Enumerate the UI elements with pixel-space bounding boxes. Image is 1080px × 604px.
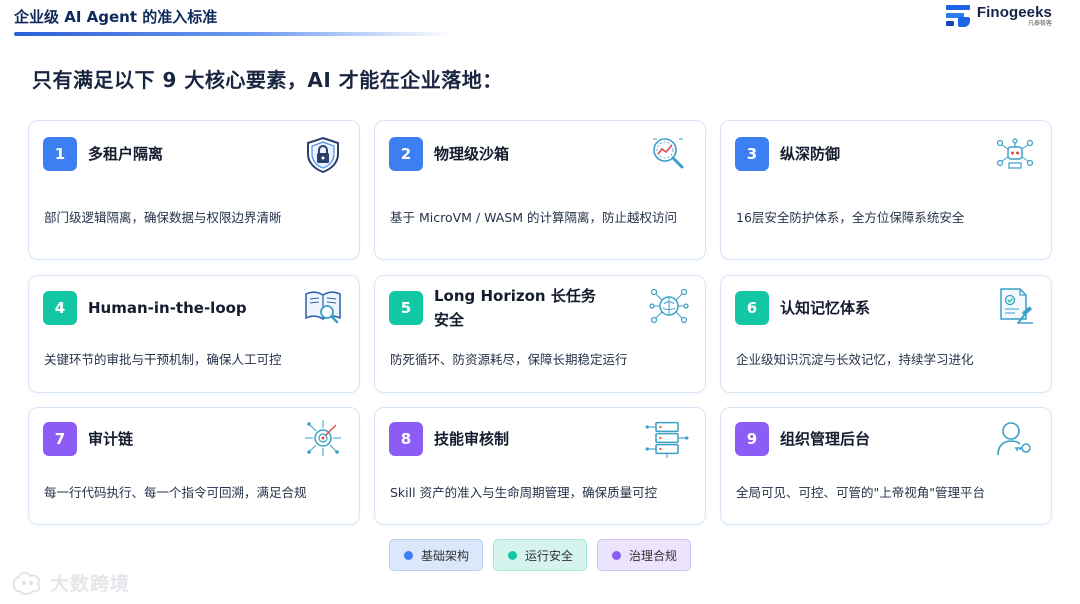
card-description: 关键环节的审批与干预机制，确保人工可控 [44,352,282,367]
finogeeks-logo-icon [945,5,972,27]
legend-label: 基础架构 [421,548,470,563]
card-number: 2 [389,137,423,171]
target-network-icon [305,420,341,456]
card-title: Human-in-the-loop [88,299,247,317]
page-header-title: 企业级 AI Agent 的准入标准 [14,8,218,26]
card-description: 16层安全防护体系，全方位保障系统安全 [736,210,965,225]
card-description: 每一行代码执行、每一个指令可回溯，满足合规 [44,485,307,500]
card-3: 3 纵深防御 16层安全防护体系，全方位保障系统安全 [720,120,1052,260]
header-underline [14,32,454,36]
card-description: 基于 MicroVM / WASM 的计算隔离，防止越权访问 [390,210,678,225]
card-number: 5 [389,291,423,325]
brand-name: Finogeeks [976,4,1052,21]
server-network-icon [645,421,689,458]
robot-network-icon [996,138,1034,169]
legend-item-governance: 治理合规 [597,539,691,571]
card-title: 技能审核制 [434,430,510,448]
legend-dot [612,550,621,560]
card-number: 9 [735,422,769,456]
brand-logo: Finogeeks 凡泰极客 [945,4,1052,28]
card-number: 7 [43,422,77,456]
card-8: 8 技能审核制 Skill 资产的准入与生命周期管理，确保质量可控 [374,407,706,525]
card-description: 全局可见、可控、可管的"上帝视角"管理平台 [736,485,985,500]
card-title-line-1: Long Horizon 长任务 [434,287,596,305]
legend-item-runtime-security: 运行安全 [493,539,587,571]
card-title-line-2: 安全 [434,311,465,329]
card-number: 1 [43,137,77,171]
card-1: 1 多租户隔离 部门级逻辑隔离，确保数据与权限边界清晰 [28,120,360,260]
brain-network-icon [649,288,689,324]
card-description: 企业级知识沉淀与长效记忆，持续学习进化 [736,352,974,367]
watermark-logo-icon [12,571,41,595]
card-title: 纵深防御 [780,145,841,163]
card-2: 2 物理级沙箱 基于 MicroVM / WASM 的计算隔离，防止越权访问 [374,120,706,260]
user-key-icon [997,422,1031,456]
card-number: 8 [389,422,423,456]
card-title: 审计链 [88,430,134,448]
card-title: 认知记忆体系 [780,299,871,317]
legend-label: 运行安全 [525,548,574,563]
card-7: 7 审计链 每一行代码执行、每一个指令可回溯，满足合规 [28,407,360,525]
card-title: 多租户隔离 [88,145,164,163]
legend-label: 治理合规 [629,548,678,563]
card-5: 5 Long Horizon 长任务 安全 防死循环、防资源耗尽，保障长期稳定运… [374,275,706,393]
page-subtitle: 只有满足以下 9 大核心要素，AI 才能在企业落地： [32,68,503,92]
legend-dot [508,550,517,560]
card-number: 4 [43,291,77,325]
magnifier-chart-icon [653,138,684,169]
book-magnifier-icon [305,291,341,324]
card-9: 9 组织管理后台 全局可见、可控、可管的"上帝视角"管理平台 [720,407,1052,525]
card-description: 防死循环、防资源耗尽，保障长期稳定运行 [390,352,628,367]
legend-dot [404,550,413,560]
card-title: 组织管理后台 [780,430,871,448]
card-description: Skill 资产的准入与生命周期管理，确保质量可控 [390,485,658,500]
card-title: 物理级沙箱 [434,145,510,163]
shield-lock-icon [307,136,339,174]
card-4: 4 Human-in-the-loop 关键环节的审批与干预机制，确保人工可控 [28,275,360,393]
document-gavel-icon [1000,288,1033,324]
card-6: 6 认知记忆体系 企业级知识沉淀与长效记忆，持续学习进化 [720,275,1052,393]
watermark-text: 大数跨境 [50,572,131,595]
card-number: 6 [735,291,769,325]
card-description: 部门级逻辑隔离，确保数据与权限边界清晰 [44,210,282,225]
legend-item-infrastructure: 基础架构 [389,539,483,571]
card-number: 3 [735,137,769,171]
header: 企业级 AI Agent 的准入标准 [0,0,1080,36]
watermark: 大数跨境 [10,568,130,596]
brand-subname: 凡泰极客 [1027,20,1052,27]
